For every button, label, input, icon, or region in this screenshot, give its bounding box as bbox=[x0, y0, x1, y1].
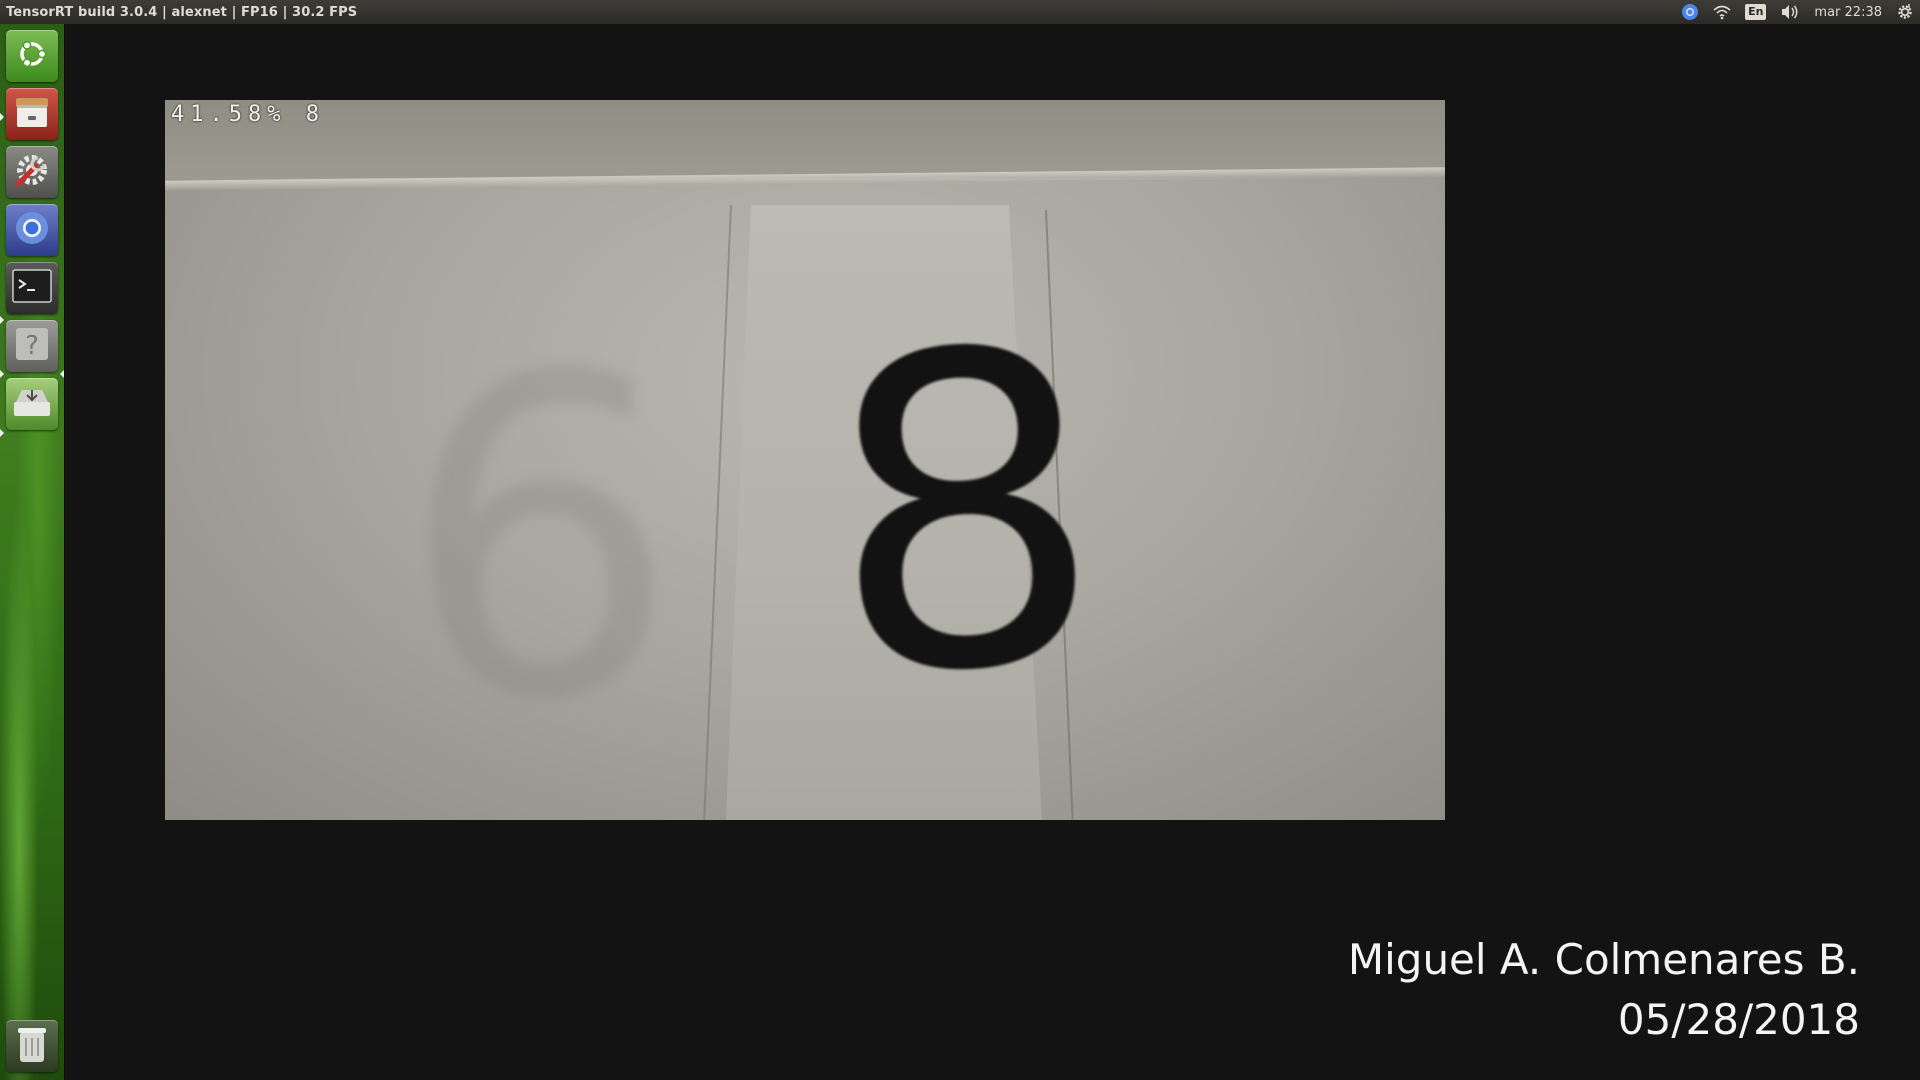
top-panel: TensorRT build 3.0.4 | alexnet | FP16 | … bbox=[0, 0, 1920, 24]
files-button[interactable] bbox=[6, 88, 58, 140]
running-indicator bbox=[0, 429, 4, 437]
terminal-button[interactable] bbox=[6, 262, 58, 314]
chromium-button[interactable] bbox=[6, 204, 58, 256]
indicator-area: En mar 22:38 bbox=[1681, 2, 1914, 22]
paper-edge-left bbox=[702, 204, 732, 820]
running-indicator bbox=[0, 113, 4, 121]
wifi-icon[interactable] bbox=[1713, 2, 1731, 22]
wrench-gear-icon bbox=[12, 150, 52, 195]
chrome-indicator-icon[interactable] bbox=[1681, 2, 1699, 22]
installer-icon bbox=[12, 384, 52, 425]
software-updater-button[interactable] bbox=[6, 378, 58, 430]
file-cabinet-icon bbox=[13, 93, 51, 136]
credit-date: 05/28/2018 bbox=[1617, 995, 1860, 1044]
chromium-icon bbox=[13, 209, 51, 252]
gear-icon[interactable] bbox=[1896, 2, 1914, 22]
terminal-icon bbox=[12, 268, 52, 308]
running-indicator bbox=[0, 370, 4, 378]
question-icon: ? bbox=[14, 326, 50, 367]
clock[interactable]: mar 22:38 bbox=[1814, 2, 1882, 22]
handwritten-digit: 8 bbox=[814, 258, 1114, 772]
trash-button[interactable] bbox=[6, 1020, 58, 1072]
credit-watermark: Miguel A. Colmenares B. 05/28/2018 bbox=[1348, 930, 1860, 1050]
classification-overlay: 41.58% 8 bbox=[171, 102, 325, 127]
svg-text:?: ? bbox=[25, 331, 39, 361]
trash-icon bbox=[16, 1024, 48, 1069]
dash-home-button[interactable] bbox=[6, 30, 58, 82]
running-indicator bbox=[0, 316, 4, 324]
ubuntu-logo-icon bbox=[15, 37, 49, 76]
faded-digit: 6 bbox=[400, 284, 680, 796]
launcher: ? bbox=[0, 24, 65, 1080]
focused-indicator bbox=[60, 370, 64, 378]
wall-background bbox=[165, 100, 1445, 178]
volume-icon[interactable] bbox=[1780, 2, 1800, 22]
language-label: En bbox=[1745, 4, 1767, 20]
help-button[interactable]: ? bbox=[6, 320, 58, 372]
author-name: Miguel A. Colmenares B. bbox=[1347, 935, 1860, 984]
window-title: TensorRT build 3.0.4 | alexnet | FP16 | … bbox=[6, 4, 358, 20]
system-settings-button[interactable] bbox=[6, 146, 58, 198]
keyboard-language-indicator[interactable]: En bbox=[1745, 2, 1767, 22]
camera-feed: 6 8 41.58% 8 bbox=[165, 100, 1445, 820]
